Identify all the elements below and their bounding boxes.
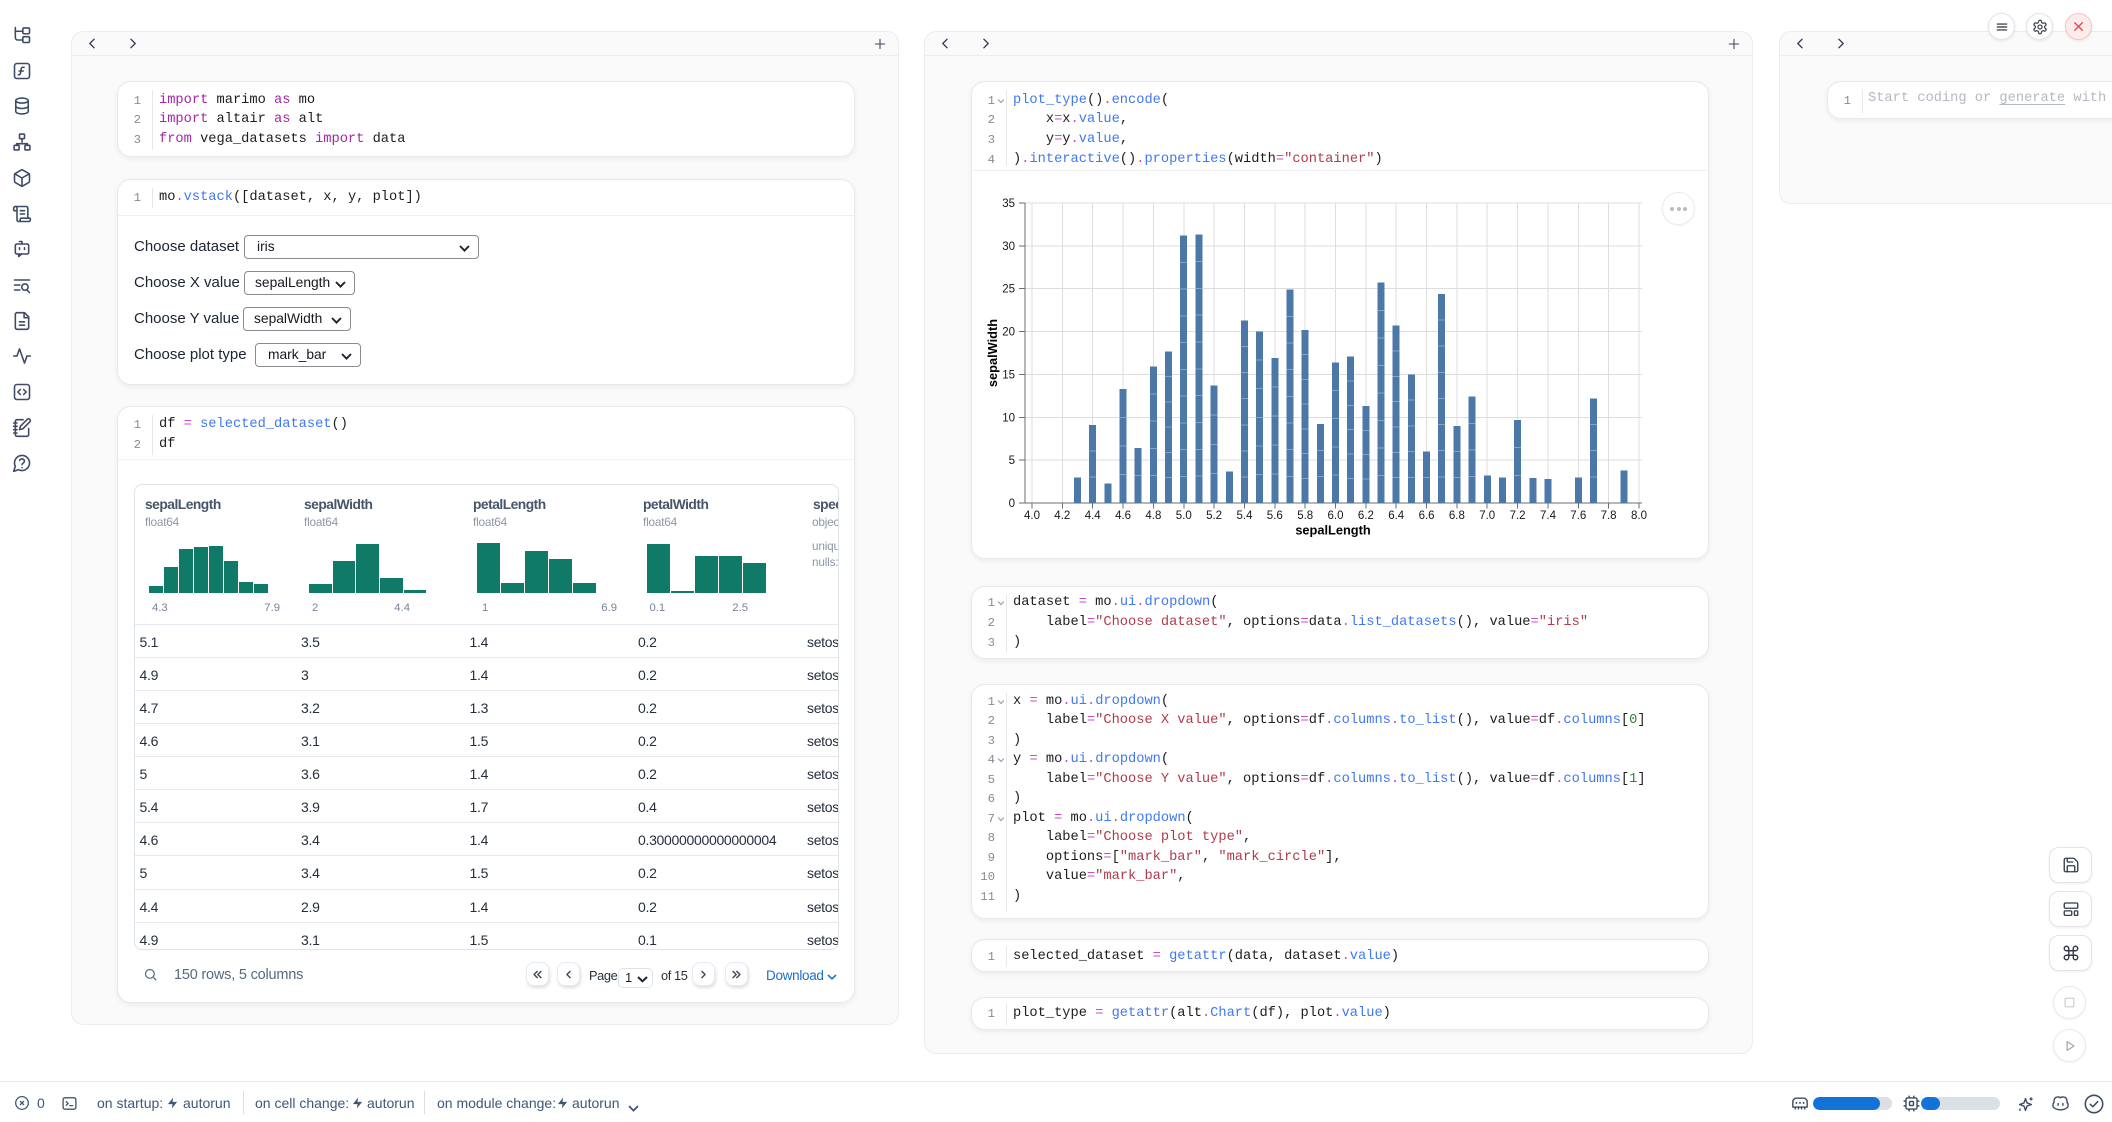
svg-text:4.4: 4.4	[1085, 510, 1102, 522]
svg-text:20: 20	[1002, 327, 1015, 339]
svg-text:5.6: 5.6	[1267, 510, 1283, 522]
svg-text:4.0: 4.0	[1024, 510, 1040, 522]
svg-text:6.0: 6.0	[1328, 510, 1344, 522]
svg-text:4.6: 4.6	[1115, 510, 1131, 522]
svg-text:4.8: 4.8	[1145, 510, 1161, 522]
svg-text:6.4: 6.4	[1388, 510, 1405, 522]
svg-text:5.8: 5.8	[1297, 510, 1313, 522]
svg-text:0: 0	[1009, 498, 1015, 510]
svg-text:6.8: 6.8	[1449, 510, 1465, 522]
svg-text:7.0: 7.0	[1479, 510, 1495, 522]
svg-text:7.4: 7.4	[1540, 510, 1557, 522]
svg-text:7.8: 7.8	[1601, 510, 1617, 522]
svg-text:35: 35	[1002, 198, 1015, 210]
svg-text:5.2: 5.2	[1206, 510, 1222, 522]
svg-text:5: 5	[1009, 455, 1015, 467]
svg-text:6.6: 6.6	[1419, 510, 1435, 522]
svg-text:7.6: 7.6	[1570, 510, 1586, 522]
svg-text:5.0: 5.0	[1176, 510, 1192, 522]
svg-text:sepalLength: sepalLength	[1295, 523, 1371, 538]
svg-text:7.2: 7.2	[1510, 510, 1526, 522]
svg-text:30: 30	[1002, 241, 1015, 253]
svg-text:15: 15	[1002, 369, 1015, 381]
svg-text:25: 25	[1002, 284, 1015, 296]
svg-text:6.2: 6.2	[1358, 510, 1374, 522]
svg-text:sepalWidth: sepalWidth	[985, 319, 1000, 387]
svg-text:5.4: 5.4	[1237, 510, 1254, 522]
svg-text:4.2: 4.2	[1054, 510, 1070, 522]
svg-text:8.0: 8.0	[1631, 510, 1647, 522]
svg-text:10: 10	[1002, 412, 1015, 424]
